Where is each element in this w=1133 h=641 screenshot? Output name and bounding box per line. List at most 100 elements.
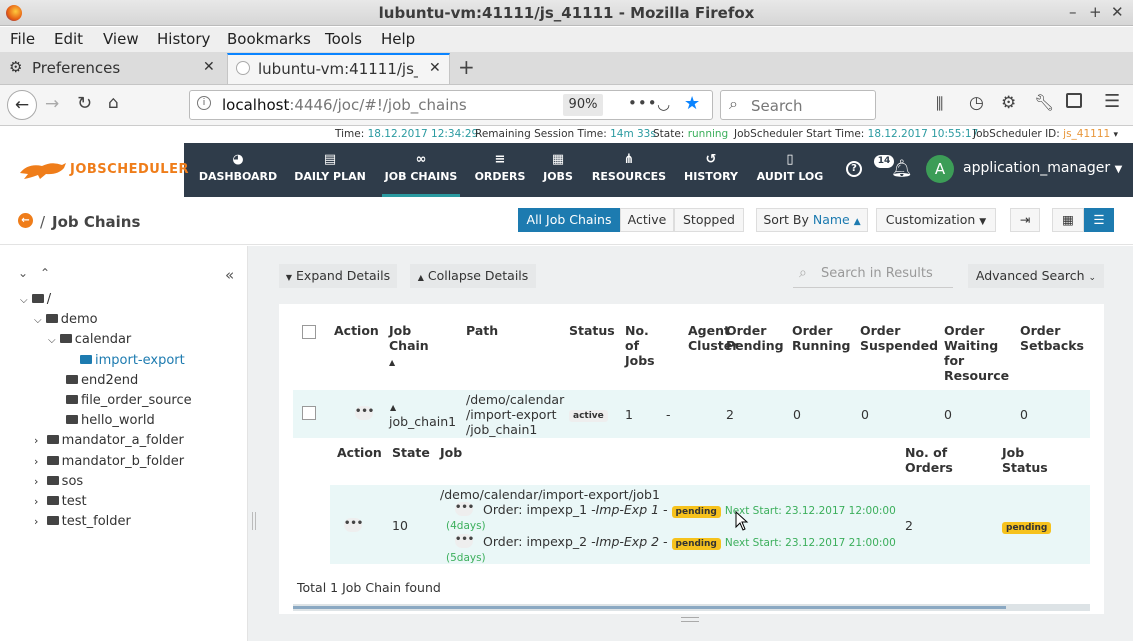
col-order-setbacks[interactable]: Order Setbacks [1020, 323, 1090, 353]
back-icon[interactable]: ← [7, 90, 37, 120]
filter-stopped[interactable]: Stopped [674, 208, 744, 232]
bottom-resize-handle[interactable] [681, 617, 699, 622]
menu-history[interactable]: History [157, 30, 210, 48]
zoom-level[interactable]: 90% [563, 94, 603, 116]
page-actions-icon[interactable]: ••• [628, 94, 658, 112]
grid-view-icon[interactable]: ▦ [1052, 208, 1084, 232]
nav-orders[interactable]: ≡ ORDERS [474, 143, 526, 197]
maximize-icon[interactable]: + [1089, 3, 1102, 21]
job-action-menu[interactable]: ••• [344, 518, 363, 532]
clock-icon[interactable]: ◷ [969, 93, 984, 113]
bookmark-star-icon[interactable]: ★ [684, 93, 700, 114]
filter-all-job-chains[interactable]: All Job Chains [518, 208, 620, 232]
nav-jobs[interactable]: ▦ JOBS [540, 143, 576, 197]
help-icon[interactable]: ? [846, 161, 862, 177]
order-line-2[interactable]: Order: impexp_2 -Imp-Exp 2 - pending Nex… [483, 534, 896, 551]
col-order-running[interactable]: Order Running [792, 323, 852, 353]
order-action-menu[interactable]: ••• [455, 534, 474, 548]
tree-item-root[interactable]: ⌵ / [20, 292, 51, 307]
browser-search-box[interactable]: ⌕ Search [720, 90, 876, 120]
menu-file[interactable]: File [10, 30, 35, 48]
expand-all-icon[interactable]: ⌄ [18, 266, 28, 280]
nav-dashboard[interactable]: ◕ DASHBOARD [198, 143, 278, 197]
expand-details-button[interactable]: ▼ Expand Details [279, 264, 397, 288]
tree-item-demo[interactable]: ⌵ demo [34, 312, 98, 327]
col-no-of-jobs[interactable]: No. of Jobs [625, 323, 659, 368]
reload-icon[interactable]: ↻ [77, 93, 92, 114]
col-order-waiting[interactable]: Order Waiting for Resource [944, 323, 1009, 383]
sidebar-icon[interactable] [1066, 93, 1082, 108]
job-detail-row[interactable]: ••• 10 /demo/calendar/import-export/job1… [330, 485, 1090, 564]
col-path[interactable]: Path [466, 323, 498, 338]
tree-item-import-export[interactable]: import-export [80, 353, 185, 368]
row-action-menu[interactable]: ••• [355, 406, 374, 420]
tree-item-file-order-source[interactable]: file_order_source [66, 393, 192, 408]
library-icon[interactable]: ⫼ [936, 94, 943, 114]
collapse-all-icon[interactable]: ⌃ [40, 266, 50, 280]
nav-job-chains[interactable]: ∞ JOB CHAINS [382, 143, 460, 197]
tab-close-icon[interactable]: ✕ [429, 60, 441, 76]
url-bar[interactable]: i localhost:4446/joc/#!/job_chains 90% •… [189, 90, 713, 120]
forward-icon[interactable]: → [45, 94, 59, 114]
tree-item-mandator-b-folder[interactable]: › mandator_b_folder [34, 454, 184, 469]
col-status[interactable]: Status [569, 323, 615, 338]
tree-item-end2end[interactable]: end2end [66, 373, 138, 388]
info-id[interactable]: JobScheduler ID: js_41111 ▾ [973, 128, 1118, 140]
col-job-chain[interactable]: Job Chain ▲ [389, 323, 455, 370]
tree-item-test-folder[interactable]: › test_folder [34, 514, 131, 529]
wrench-icon[interactable]: 🔧︎ [1034, 93, 1054, 112]
menu-view[interactable]: View [103, 30, 139, 48]
tab-jobscheduler[interactable]: lubuntu-vm:41111/js_41 ✕ [227, 53, 450, 84]
settings-gear-icon[interactable]: ⚙ [1001, 93, 1016, 113]
home-icon[interactable]: ⌂ [108, 93, 119, 113]
order-action-menu[interactable]: ••• [455, 502, 474, 516]
menu-bookmarks[interactable]: Bookmarks [227, 30, 311, 48]
tree-item-hello-world[interactable]: hello_world [66, 413, 155, 428]
info-icon[interactable]: i [197, 96, 211, 110]
avatar[interactable]: A [926, 155, 954, 183]
panel-resize-handle[interactable] [252, 512, 256, 530]
bell-icon[interactable]: 🔔︎ [891, 159, 913, 179]
export-icon[interactable]: ⇥ [1010, 208, 1040, 232]
customization-dropdown[interactable]: Customization ▼ [876, 208, 996, 232]
menu-tools[interactable]: Tools [325, 30, 362, 48]
row-checkbox[interactable] [302, 406, 316, 420]
jobscheduler-logo[interactable]: JOBSCHEDULER [0, 143, 188, 197]
menu-edit[interactable]: Edit [54, 30, 83, 48]
user-menu[interactable]: application_manager ▼ [963, 160, 1122, 176]
collapse-panel-icon[interactable]: « [225, 266, 234, 284]
search-results-input[interactable]: ⌕ Search in Results [793, 262, 953, 288]
new-tab-icon[interactable]: + [458, 55, 475, 79]
nav-daily-plan[interactable]: ▤ DAILY PLAN [292, 143, 368, 197]
col-order-pending[interactable]: Order Pending [726, 323, 786, 353]
order-line-1[interactable]: Order: impexp_1 -Imp-Exp 1 - pending Nex… [483, 502, 896, 519]
col-order-suspended[interactable]: Order Suspended [860, 323, 938, 353]
tab-preferences[interactable]: ⚙ Preferences ✕ [0, 53, 226, 84]
select-all-checkbox[interactable] [302, 325, 316, 339]
tree-item-calendar[interactable]: ⌵ calendar [48, 332, 131, 347]
hamburger-menu-icon[interactable]: ☰ [1104, 91, 1120, 112]
nav-audit-log[interactable]: ▯ AUDIT LOG [754, 143, 826, 197]
scrollbar-thumb[interactable] [293, 606, 1006, 609]
close-window-icon[interactable]: ✕ [1111, 3, 1124, 21]
nav-resources[interactable]: ⋔ RESOURCES [590, 143, 668, 197]
nav-history[interactable]: ↺ HISTORY [682, 143, 740, 197]
job-chain-name[interactable]: job_chain1 [389, 414, 456, 429]
tree-item-sos[interactable]: › sos [34, 474, 83, 489]
table-row[interactable]: ••• ▲ job_chain1 /demo/calendar/import-e… [293, 390, 1090, 438]
menu-help[interactable]: Help [381, 30, 415, 48]
row-expand-icon[interactable]: ▲ [390, 400, 396, 415]
back-arrow-icon[interactable]: ← [18, 213, 33, 228]
tab-close-icon[interactable]: ✕ [203, 59, 215, 75]
collapse-details-button[interactable]: ▲ Collapse Details [410, 264, 536, 288]
filter-active[interactable]: Active [620, 208, 674, 232]
tree-item-mandator-a-folder[interactable]: › mandator_a_folder [34, 433, 184, 448]
job-path[interactable]: /demo/calendar/import-export/job1 [440, 487, 660, 502]
minimize-icon[interactable]: – [1069, 3, 1077, 21]
pocket-icon[interactable]: ◡ [657, 95, 670, 113]
horizontal-scrollbar[interactable] [293, 604, 1090, 611]
list-view-icon[interactable]: ☰ [1084, 208, 1114, 232]
tree-item-test[interactable]: › test [34, 494, 87, 509]
sort-by-dropdown[interactable]: Sort By Name ▲ [756, 208, 868, 232]
advanced-search-dropdown[interactable]: Advanced Search ⌄ [968, 264, 1104, 288]
